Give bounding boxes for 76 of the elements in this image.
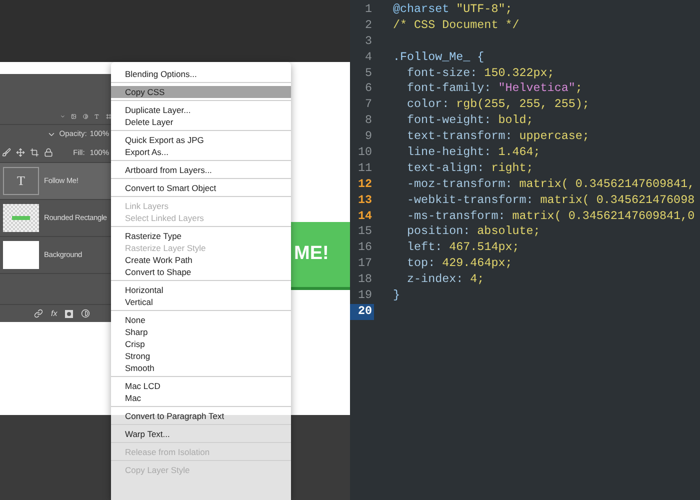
adjustment-icon[interactable] — [81, 309, 90, 318]
menu-item[interactable]: Duplicate Layer... — [111, 104, 291, 116]
shape-layer-thumbnail — [3, 204, 39, 232]
menu-item[interactable]: Blending Options... — [111, 68, 291, 80]
code-line: .Follow_Me_ { — [393, 50, 484, 66]
line-number: 9 — [364, 129, 373, 146]
menu-item[interactable]: Vertical — [111, 296, 291, 308]
code-line: position: absolute; — [406, 224, 540, 240]
banner-text: ME! — [294, 242, 329, 266]
line-number: 11 — [356, 160, 373, 177]
adjustment-icon[interactable] — [82, 112, 88, 120]
menu-item[interactable]: Convert to Smart Object — [111, 182, 291, 194]
menu-item[interactable]: Horizontal — [111, 284, 291, 296]
code-line: z-index: 4; — [406, 272, 484, 288]
menu-item[interactable]: Sharp — [111, 326, 291, 338]
code-line: -webkit-transform: matrix( 0.345621476098 — [406, 192, 695, 209]
menu-item[interactable]: Convert to Shape — [111, 266, 291, 278]
line-number: 3 — [364, 34, 373, 50]
line-number: 15 — [356, 224, 373, 240]
code-line: line-height: 1.464; — [406, 145, 540, 161]
code-line: } — [393, 288, 400, 304]
code-line: font-size: 150.322px; — [406, 66, 554, 82]
code-line: color: rgb(255, 255, 255); — [406, 97, 590, 114]
menu-item[interactable]: None — [111, 314, 291, 326]
line-number: 18 — [356, 272, 373, 288]
code-line: -moz-transform: matrix( 0.34562147609841, — [406, 176, 695, 193]
code-line: font-weight: bold; — [406, 113, 534, 130]
menu-item[interactable]: Crisp — [111, 338, 291, 350]
menu-item[interactable]: Mac — [111, 392, 291, 404]
lock-icon[interactable] — [44, 148, 53, 157]
line-number: 2 — [364, 18, 373, 34]
line-number: 14 — [356, 208, 373, 224]
line-number: 10 — [356, 145, 373, 161]
line-number: 4 — [364, 50, 373, 66]
link-icon[interactable] — [34, 309, 43, 318]
line-number: 17 — [356, 256, 373, 272]
mask-icon[interactable] — [65, 310, 74, 318]
line-number: 7 — [364, 97, 373, 114]
menu-item[interactable]: Export As... — [111, 146, 291, 158]
code-line: text-align: right; — [406, 160, 534, 177]
menu-item[interactable]: Smooth — [111, 362, 291, 374]
code-line: font-family: "Helvetica"; — [406, 81, 582, 98]
line-number: 12 — [356, 176, 373, 193]
menu-item[interactable]: Rasterize Type — [111, 230, 291, 242]
menu-item[interactable]: Artboard from Layers... — [111, 164, 291, 176]
menu-item[interactable]: Strong — [111, 350, 291, 362]
crop-icon[interactable] — [30, 148, 39, 157]
line-number: 19 — [356, 288, 373, 304]
menu-item[interactable]: Copy CSS — [111, 86, 291, 98]
image-icon[interactable] — [71, 112, 77, 120]
menu-item[interactable]: Create Work Path — [111, 254, 291, 266]
brush-icon[interactable] — [2, 148, 11, 157]
line-number: 8 — [364, 113, 373, 130]
type-icon[interactable] — [94, 112, 100, 120]
menu-item[interactable]: Convert to Paragraph Text — [111, 410, 291, 422]
code-line: text-transform: uppercase; — [406, 129, 590, 146]
move-icon[interactable] — [16, 148, 25, 157]
shape-icon[interactable] — [106, 112, 111, 120]
effects-button[interactable]: fx — [51, 308, 58, 320]
text-layer-thumbnail: T — [3, 167, 39, 195]
menu-item[interactable]: Delete Layer — [111, 116, 291, 128]
code-line: left: 467.514px; — [406, 240, 520, 256]
menu-item[interactable]: Warp Text... — [111, 428, 291, 440]
line-number: 13 — [356, 192, 373, 209]
line-number: 6 — [364, 81, 373, 98]
background-layer-thumbnail — [3, 241, 39, 269]
line-number: 5 — [364, 66, 373, 82]
code-line: top: 429.464px; — [406, 256, 512, 272]
menu-item[interactable]: Mac LCD — [111, 380, 291, 392]
line-number: 20 — [350, 304, 374, 320]
menu-item[interactable]: Quick Export as JPG — [111, 134, 291, 146]
code-line: /* CSS Document */ — [393, 18, 520, 34]
code-line: -ms-transform: matrix( 0.34562147609841,0 — [406, 208, 695, 224]
code-line: @charset "UTF-8"; — [393, 2, 512, 18]
line-number: 1 — [364, 2, 373, 18]
line-number: 16 — [356, 240, 373, 256]
